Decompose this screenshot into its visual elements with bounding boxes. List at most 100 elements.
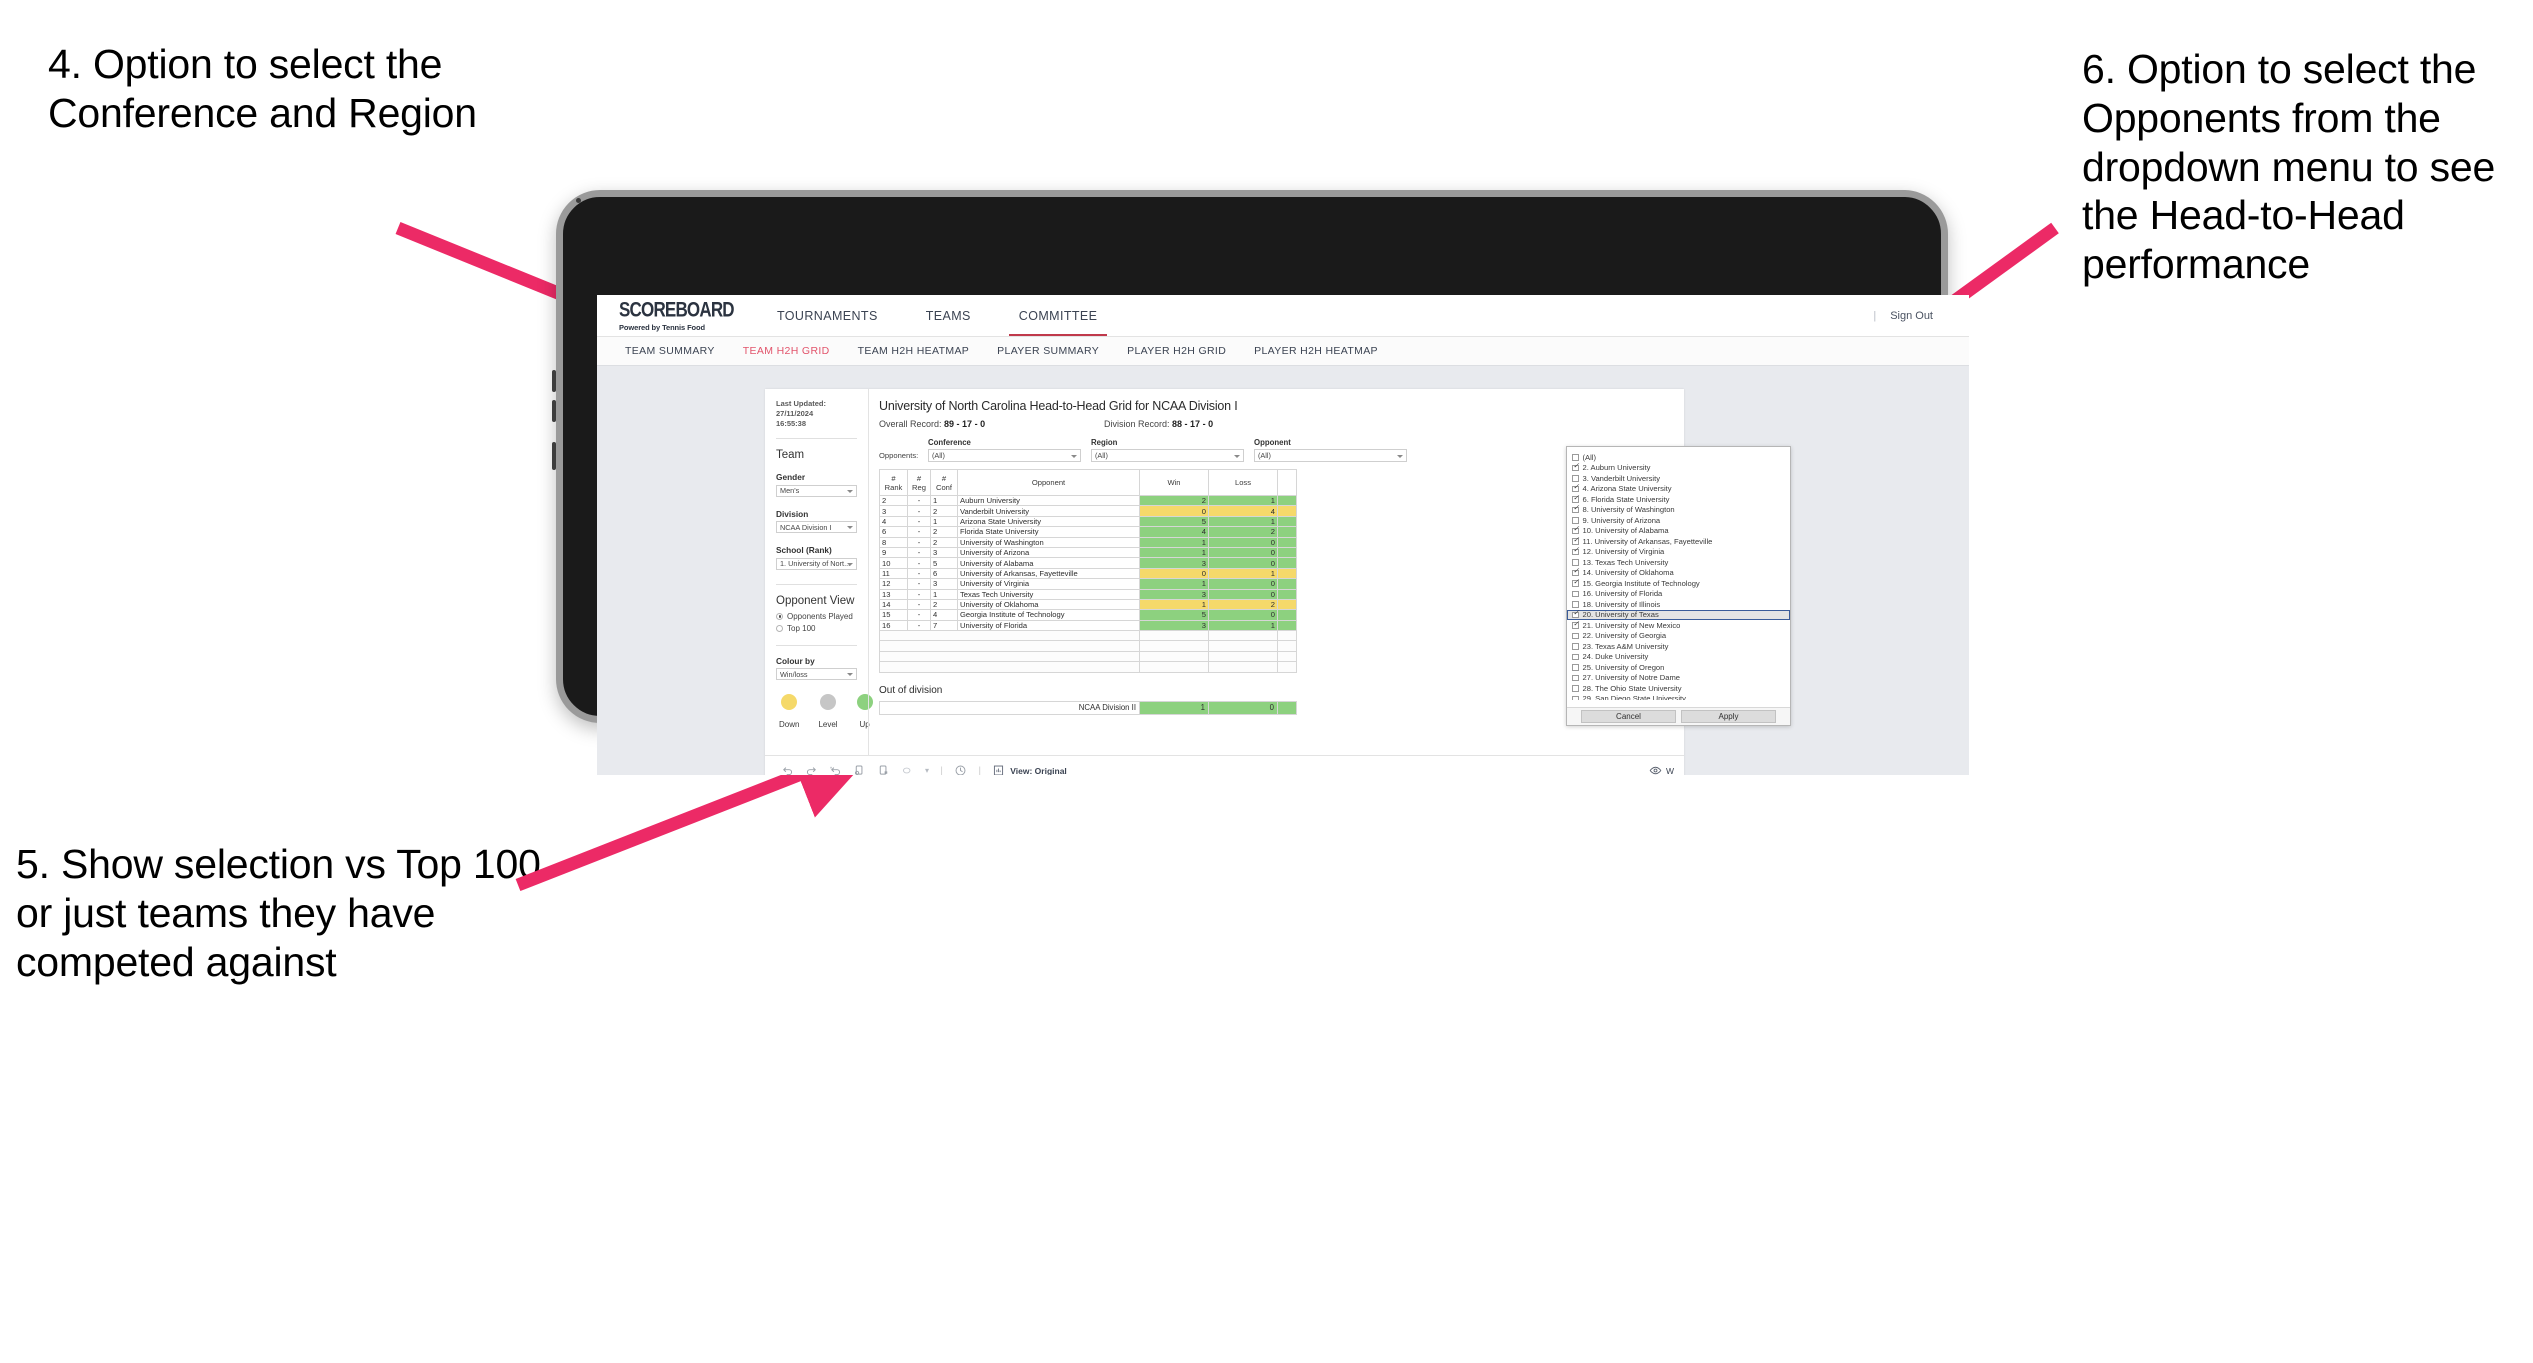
checkbox-icon[interactable] [1572, 578, 1579, 587]
checkbox-icon[interactable] [1572, 695, 1579, 700]
checkbox-icon[interactable] [1572, 685, 1579, 692]
nav-committee[interactable]: COMMITTEE [995, 295, 1122, 336]
watch-control[interactable]: W [1649, 764, 1674, 775]
opponent-option[interactable]: 21. University of New Mexico [1567, 620, 1790, 631]
col-loss[interactable]: Loss [1208, 469, 1278, 496]
opponent-option[interactable]: 24. Duke University [1567, 652, 1790, 663]
table-row[interactable]: 14-2 University of Oklahoma 1 2 [879, 598, 1297, 611]
table-row[interactable]: 3-2 Vanderbilt University 0 4 [879, 505, 1297, 517]
colour-by-select[interactable]: Win/loss [776, 668, 857, 681]
opponent-option[interactable]: 10. University of Alabama [1567, 525, 1790, 537]
region-select[interactable]: (All) [1091, 449, 1244, 462]
checkbox-icon[interactable] [1572, 643, 1579, 650]
radio-top-100[interactable]: Top 100 [776, 624, 857, 633]
opponent-option[interactable]: 8. University of Washington [1567, 504, 1790, 516]
checkbox-icon[interactable] [1572, 620, 1579, 629]
revert-icon[interactable] [829, 764, 842, 775]
sign-out-link[interactable]: Sign Out [1890, 310, 1933, 322]
apply-button[interactable]: Apply [1681, 710, 1776, 723]
checkbox-icon[interactable] [1572, 462, 1579, 471]
out-of-division-row[interactable]: NCAA Division II 1 0 [879, 700, 1297, 715]
checkbox-icon[interactable] [1572, 664, 1579, 671]
checkbox-icon[interactable] [1572, 517, 1579, 524]
refresh-data-icon[interactable] [853, 764, 866, 775]
opponent-option[interactable]: 14. University of Oklahoma [1567, 567, 1790, 579]
gender-select[interactable]: Men's [776, 484, 857, 497]
checkbox-icon[interactable] [1572, 546, 1579, 555]
opponent-option[interactable]: 11. University of Arkansas, Fayetteville [1567, 536, 1790, 547]
opponent-option[interactable]: 3. Vanderbilt University [1567, 473, 1790, 484]
checkbox-icon[interactable] [1572, 559, 1579, 566]
cancel-button[interactable]: Cancel [1581, 710, 1676, 723]
opponent-option[interactable]: 22. University of Georgia [1567, 631, 1790, 642]
division-select[interactable]: NCAA Division I [776, 521, 857, 534]
table-row[interactable]: 13-1 Texas Tech University 3 0 [879, 588, 1297, 600]
opponent-option[interactable]: 18. University of Illinois [1567, 599, 1790, 610]
subnav-player-summary[interactable]: PLAYER SUMMARY [983, 345, 1113, 357]
col-win[interactable]: Win [1139, 469, 1209, 496]
tablet-volume-up-button[interactable] [552, 370, 556, 392]
subnav-player-h2h-heatmap[interactable]: PLAYER H2H HEATMAP [1240, 345, 1392, 357]
opponent-option[interactable]: 25. University of Oregon [1567, 662, 1790, 673]
table-row[interactable]: 8-2 University of Washington 1 0 [879, 536, 1297, 548]
opponent-option[interactable]: 9. University of Arizona [1567, 515, 1790, 526]
opponent-option[interactable]: 23. Texas A&M University [1567, 641, 1790, 652]
opponent-option[interactable]: 2. Auburn University [1567, 462, 1790, 474]
subnav-team-summary[interactable]: TEAM SUMMARY [611, 345, 729, 357]
col-reg[interactable]: # Reg [907, 469, 931, 496]
pause-updates-icon[interactable] [877, 764, 890, 775]
nav-teams[interactable]: TEAMS [902, 295, 995, 336]
chevron-down-icon[interactable]: ▾ [925, 766, 929, 775]
opponent-option[interactable]: 6. Florida State University [1567, 494, 1790, 505]
undo-icon[interactable] [781, 764, 794, 775]
brand-logo[interactable]: SCOREBOARD Powered by Tennis Food [619, 299, 735, 332]
opponent-option[interactable]: 28. The Ohio State University [1567, 683, 1790, 694]
checkbox-icon[interactable] [1572, 632, 1579, 639]
checkbox-icon[interactable] [1572, 504, 1579, 513]
checkbox-icon[interactable] [1572, 674, 1579, 681]
subnav-team-h2h-heatmap[interactable]: TEAM H2H HEATMAP [844, 345, 984, 357]
opponent-dropdown-panel[interactable]: (All)2. Auburn University3. Vanderbilt U… [1566, 446, 1791, 726]
tablet-power-button[interactable] [552, 442, 556, 470]
checkbox-icon[interactable] [1572, 536, 1579, 545]
checkbox-icon[interactable] [1572, 567, 1579, 576]
opponent-option-list[interactable]: (All)2. Auburn University3. Vanderbilt U… [1567, 447, 1790, 700]
table-row[interactable]: 6-2 Florida State University 4 2 [879, 526, 1297, 538]
table-row[interactable]: 12-3 University of Virginia 1 0 [879, 578, 1297, 590]
history-icon[interactable] [954, 764, 967, 775]
table-row[interactable]: 10-5 University of Alabama 3 0 [879, 557, 1297, 569]
checkbox-icon[interactable] [1572, 475, 1579, 482]
subnav-team-h2h-grid[interactable]: TEAM H2H GRID [729, 345, 844, 357]
tablet-volume-down-button[interactable] [552, 400, 556, 422]
checkbox-icon[interactable] [1572, 590, 1579, 597]
checkbox-icon[interactable] [1572, 483, 1579, 492]
opponent-select[interactable]: (All) [1254, 449, 1407, 462]
subnav-player-h2h-grid[interactable]: PLAYER H2H GRID [1113, 345, 1240, 357]
table-row[interactable]: 16-7 University of Florida 3 1 [879, 619, 1297, 632]
checkbox-icon[interactable] [1572, 525, 1579, 534]
opponent-option[interactable]: 15. Georgia Institute of Technology [1567, 578, 1790, 589]
view-original-button[interactable]: View: Original [992, 764, 1067, 775]
opponent-option[interactable]: (All) [1567, 452, 1790, 463]
checkbox-icon[interactable] [1572, 653, 1579, 660]
table-row[interactable]: 4-1 Arizona State University 5 1 [879, 515, 1297, 528]
table-row[interactable]: 9-3 University of Arizona 1 0 [879, 546, 1297, 559]
opponent-option[interactable]: 27. University of Notre Dame [1567, 673, 1790, 684]
col-opponent[interactable]: Opponent [957, 469, 1140, 496]
opponent-option[interactable]: 29. San Diego State University [1567, 694, 1790, 700]
checkbox-icon[interactable] [1572, 454, 1579, 461]
opponent-option[interactable]: 4. Arizona State University [1567, 483, 1790, 495]
checkbox-icon[interactable] [1572, 494, 1579, 503]
col-conf[interactable]: # Conf [930, 469, 958, 496]
school-rank-select[interactable]: 1. University of Nort... [776, 557, 857, 570]
redo-icon[interactable] [805, 764, 818, 775]
table-row[interactable]: 11-6 University of Arkansas, Fayetteville… [879, 567, 1297, 580]
opponent-option[interactable]: 16. University of Florida [1567, 589, 1790, 600]
radio-opponents-played[interactable]: Opponents Played [776, 612, 857, 621]
opponent-option[interactable]: 20. University of Texas [1567, 609, 1790, 620]
conference-select[interactable]: (All) [928, 449, 1081, 462]
checkbox-icon[interactable] [1572, 601, 1579, 608]
opponent-option[interactable]: 12. University of Virginia [1567, 546, 1790, 558]
nav-tournaments[interactable]: TOURNAMENTS [753, 295, 902, 336]
table-row[interactable]: 2-1 Auburn University 2 1 [879, 494, 1297, 507]
